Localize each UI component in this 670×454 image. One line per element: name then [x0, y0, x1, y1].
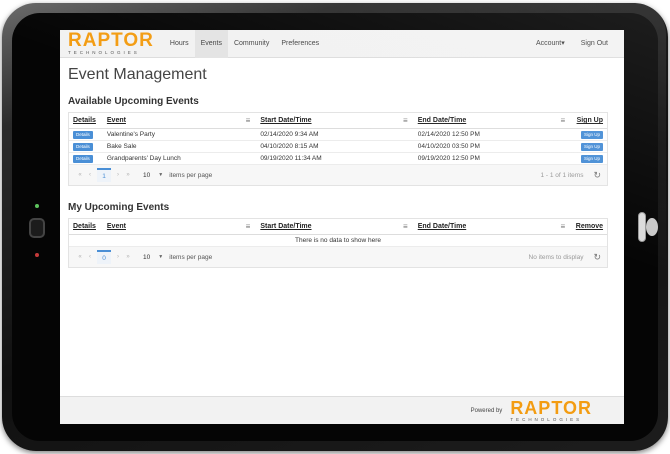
details-button[interactable]: Details	[73, 142, 93, 151]
grid-header: Details Event ≡ Start Date/Time ≡ End Date…	[69, 113, 607, 129]
header-start-label: Start Date/Time	[260, 223, 312, 230]
event-name: Bake Sale	[106, 143, 137, 150]
header-details[interactable]: Details	[69, 223, 103, 230]
nav-preferences[interactable]: Preferences	[275, 30, 325, 58]
column-menu-icon[interactable]: ≡	[246, 222, 251, 231]
event-end: 04/10/2020 03:50 PM	[417, 143, 480, 150]
event-end: 02/14/2020 12:50 PM	[417, 131, 480, 138]
raptor-logo[interactable]: RAPTOR TECHNOLOGIES	[68, 31, 154, 56]
current-page[interactable]: 1	[97, 168, 111, 182]
pager-info: No items to display	[528, 253, 584, 261]
column-menu-icon[interactable]: ≡	[560, 116, 565, 125]
header-sign-up[interactable]: Sign Up	[571, 117, 607, 124]
header-event-label: Event	[106, 223, 126, 230]
details-button[interactable]: Details	[73, 130, 93, 139]
pager: « ‹ 0 › » 10 ▼ items per page No items t…	[69, 247, 607, 267]
header-event[interactable]: Event ≡	[103, 116, 256, 125]
top-nav-bar: RAPTOR TECHNOLOGIES Hours Events Communi…	[60, 30, 624, 58]
empty-message: There is no data to show here	[69, 235, 607, 247]
column-menu-icon[interactable]: ≡	[403, 222, 408, 231]
page-size-select[interactable]: 10	[143, 254, 150, 261]
sign-up-button[interactable]: Sign Up	[581, 130, 604, 139]
refresh-icon[interactable]: ↻	[593, 252, 601, 263]
my-events-title: My Upcoming Events	[68, 202, 170, 213]
event-start: 04/10/2020 8:15 AM	[260, 143, 319, 150]
items-per-page-label: items per page	[169, 253, 213, 261]
chevron-down-icon[interactable]: ▼	[158, 254, 163, 260]
available-events-title: Available Upcoming Events	[68, 96, 199, 107]
status-led-red	[35, 253, 39, 257]
next-page-icon[interactable]: ›	[113, 254, 123, 260]
page-size-select[interactable]: 10	[143, 172, 150, 179]
footer: Powered by RAPTOR TECHNOLOGIES	[60, 396, 624, 424]
sign-out-link[interactable]: Sign Out	[573, 30, 616, 58]
column-menu-icon[interactable]: ≡	[403, 116, 408, 125]
last-page-icon[interactable]: »	[123, 172, 133, 178]
header-end[interactable]: End Date/Time ≡	[414, 222, 571, 231]
prev-page-icon[interactable]: ‹	[85, 254, 95, 260]
table-row: Details Grandparents' Day Lunch 09/19/20…	[69, 153, 607, 165]
grid-header: Details Event ≡ Start Date/Time ≡ End Date…	[69, 219, 607, 235]
footer-logo: RAPTOR TECHNOLOGIES	[510, 399, 592, 423]
header-end-label: End Date/Time	[417, 117, 467, 124]
column-menu-icon[interactable]: ≡	[560, 222, 565, 231]
prev-page-icon[interactable]: ‹	[85, 172, 95, 178]
pager: « ‹ 1 › » 10 ▼ items per page 1 - 1 of 1…	[69, 165, 607, 185]
current-page[interactable]: 0	[97, 250, 111, 264]
my-events-grid: Details Event ≡ Start Date/Time ≡ End Date…	[68, 218, 608, 268]
nav-community[interactable]: Community	[228, 30, 275, 58]
header-event-label: Event	[106, 117, 126, 124]
main-content: Event Management Available Upcoming Even…	[60, 58, 624, 268]
nav-hours[interactable]: Hours	[164, 30, 195, 58]
table-row: Details Valentine's Party 02/14/2020 9:3…	[69, 129, 607, 141]
sign-up-button[interactable]: Sign Up	[581, 154, 604, 163]
next-page-icon[interactable]: ›	[113, 172, 123, 178]
account-menu[interactable]: Account▾	[528, 30, 573, 58]
chevron-down-icon[interactable]: ▼	[158, 172, 163, 178]
header-event[interactable]: Event ≡	[103, 222, 256, 231]
header-end-label: End Date/Time	[417, 223, 467, 230]
nav-right: Account▾ Sign Out	[528, 30, 616, 58]
event-name: Grandparents' Day Lunch	[106, 155, 181, 162]
pager-info: 1 - 1 of 1 items	[540, 171, 584, 179]
home-button	[638, 212, 646, 242]
event-start: 02/14/2020 9:34 AM	[260, 131, 319, 138]
header-remove[interactable]: Remove	[571, 223, 607, 230]
header-details[interactable]: Details	[69, 117, 103, 124]
event-end: 09/19/2020 12:50 PM	[417, 155, 480, 162]
last-page-icon[interactable]: »	[123, 254, 133, 260]
available-events-grid: Details Event ≡ Start Date/Time ≡ End Date…	[68, 112, 608, 186]
header-end[interactable]: End Date/Time ≡	[414, 116, 571, 125]
first-page-icon[interactable]: «	[75, 172, 85, 178]
header-start[interactable]: Start Date/Time ≡	[256, 116, 413, 125]
powered-by-label: Powered by	[470, 407, 503, 414]
event-name: Valentine's Party	[106, 131, 155, 138]
table-row: Details Bake Sale 04/10/2020 8:15 AM 04/…	[69, 141, 607, 153]
header-start[interactable]: Start Date/Time ≡	[256, 222, 413, 231]
nav-events[interactable]: Events	[194, 30, 228, 58]
page-title: Event Management	[68, 66, 207, 83]
app-screen: RAPTOR TECHNOLOGIES Hours Events Communi…	[60, 30, 624, 424]
details-button[interactable]: Details	[73, 154, 93, 163]
status-led-green	[35, 204, 39, 208]
home-button-knob	[646, 218, 658, 236]
first-page-icon[interactable]: «	[75, 254, 85, 260]
event-start: 09/19/2020 11:34 AM	[260, 155, 322, 162]
sign-up-button[interactable]: Sign Up	[581, 142, 604, 151]
header-start-label: Start Date/Time	[260, 117, 312, 124]
logo-wordmark: RAPTOR	[510, 397, 592, 418]
logo-subtitle: TECHNOLOGIES	[510, 416, 583, 422]
refresh-icon[interactable]: ↻	[593, 170, 601, 181]
logo-subtitle: TECHNOLOGIES	[68, 50, 140, 56]
logo-wordmark: RAPTOR	[68, 30, 154, 52]
items-per-page-label: items per page	[169, 171, 213, 179]
column-menu-icon[interactable]: ≡	[246, 116, 251, 125]
camera-icon	[29, 218, 45, 238]
